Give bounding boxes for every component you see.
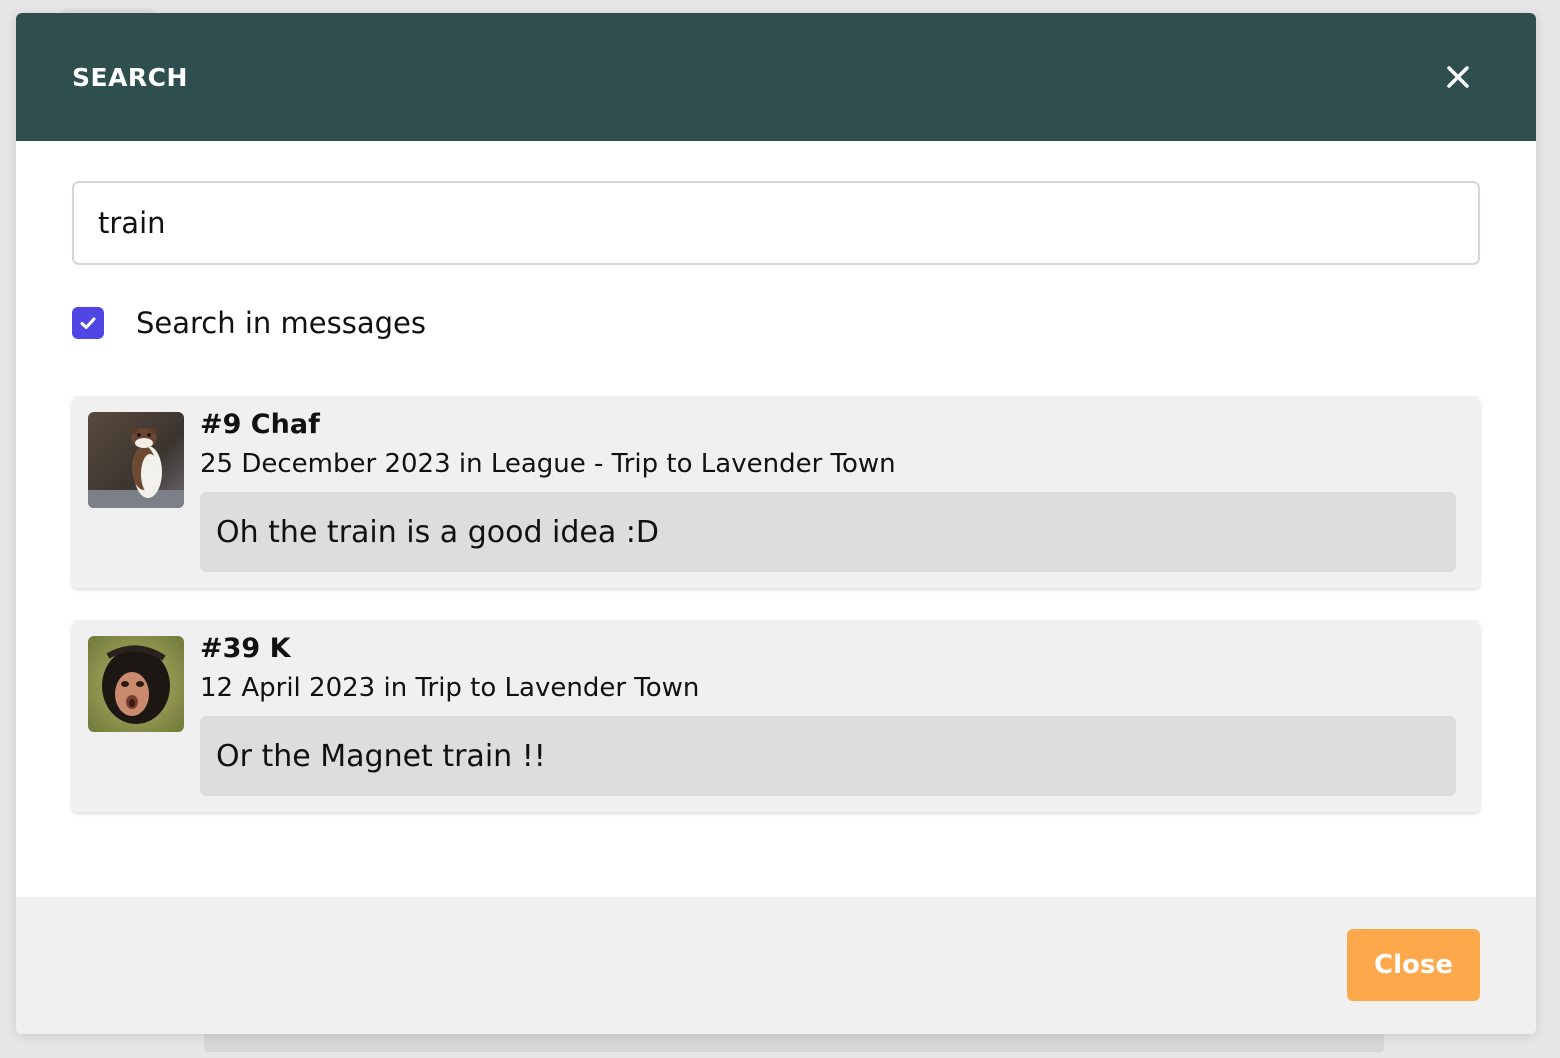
- close-icon[interactable]: [1444, 63, 1472, 91]
- result-title: #9 Chaf: [200, 409, 320, 440]
- checkmark-icon: [80, 317, 96, 329]
- result-title: #39 K: [200, 633, 291, 664]
- close-button[interactable]: Close: [1347, 929, 1480, 1001]
- modal-header: SEARCH: [16, 13, 1536, 141]
- search-in-messages-label[interactable]: Search in messages: [136, 306, 426, 340]
- search-in-messages-option: Search in messages: [72, 305, 1480, 341]
- result-message: Or the Magnet train !!: [200, 716, 1456, 796]
- result-info: #39 K 12 April 2023 in Trip to Lavender …: [200, 633, 1456, 796]
- search-modal: SEARCH Search in messages: [16, 13, 1536, 1034]
- modal-footer: Close: [16, 897, 1536, 1034]
- result-info: #9 Chaf 25 December 2023 in League - Tri…: [200, 409, 1456, 572]
- modal-body: Search in messages: [16, 141, 1536, 812]
- monkey-avatar: [88, 636, 184, 732]
- modal-title: SEARCH: [72, 62, 188, 92]
- result-item[interactable]: #39 K 12 April 2023 in Trip to Lavender …: [72, 620, 1480, 812]
- result-meta: 25 December 2023 in League - Trip to Lav…: [200, 449, 896, 479]
- search-results: #9 Chaf 25 December 2023 in League - Tri…: [72, 396, 1480, 812]
- search-input[interactable]: [72, 181, 1480, 265]
- result-item[interactable]: #9 Chaf 25 December 2023 in League - Tri…: [72, 396, 1480, 588]
- result-message: Oh the train is a good idea :D: [200, 492, 1456, 572]
- search-in-messages-checkbox[interactable]: [72, 307, 104, 339]
- weasel-avatar: [88, 412, 184, 508]
- result-meta: 12 April 2023 in Trip to Lavender Town: [200, 673, 700, 703]
